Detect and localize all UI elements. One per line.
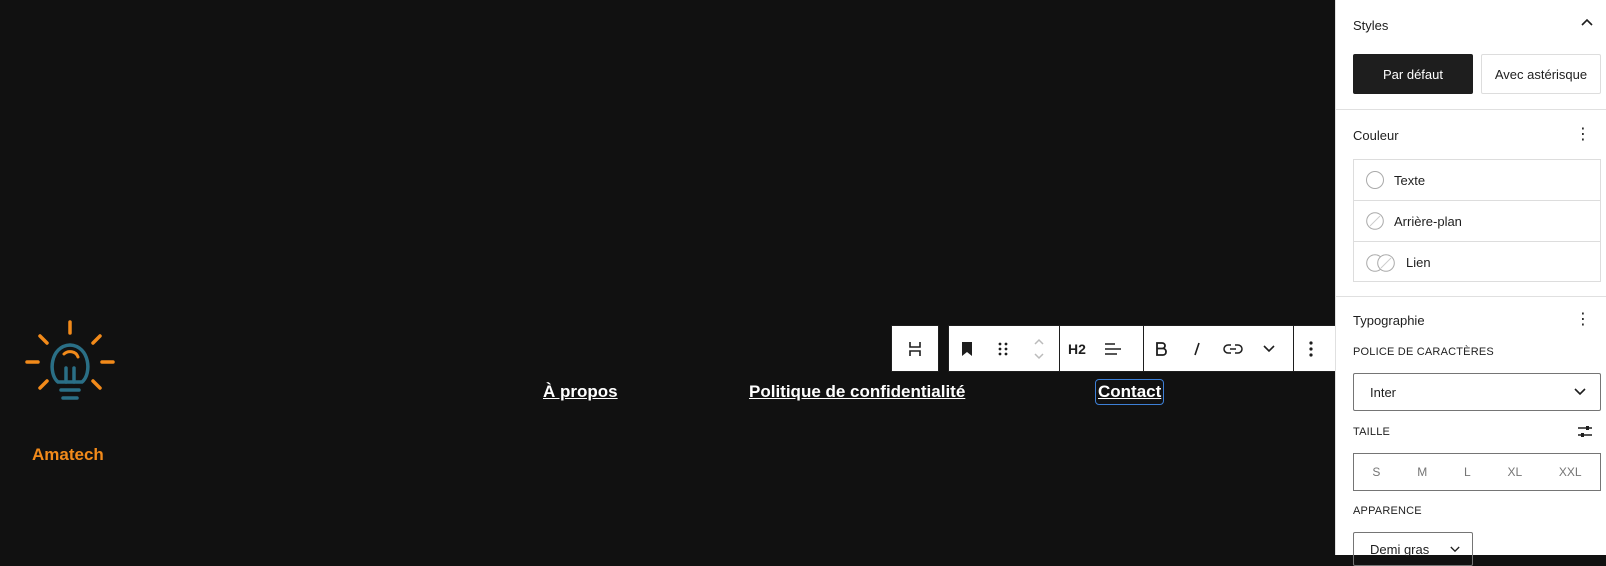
font-label: POLICE DE CARACTÈRES <box>1353 346 1494 358</box>
bookmark-icon[interactable] <box>949 326 985 371</box>
font-family-value: Inter <box>1370 384 1397 400</box>
size-m[interactable]: M <box>1417 465 1427 479</box>
font-size-picker: S M L XL XXL <box>1353 453 1601 491</box>
link-icon[interactable] <box>1215 326 1251 371</box>
link-swatch-icon <box>1366 253 1395 272</box>
settings-sidebar: Styles Par défaut Avec astérisque Couleu… <box>1335 0 1606 566</box>
size-settings-icon[interactable] <box>1577 425 1593 439</box>
move-up-down-icon[interactable] <box>1021 326 1057 371</box>
typography-options-icon[interactable]: ⋮ <box>1575 309 1591 329</box>
style-default-button[interactable]: Par défaut <box>1353 54 1473 94</box>
editor-canvas: Amatech À propos Politique de confidenti… <box>0 0 1336 555</box>
lightbulb-logo-icon <box>25 320 115 400</box>
chevron-up-icon[interactable] <box>1581 18 1593 26</box>
parent-block-icon[interactable] <box>892 326 938 371</box>
more-formatting-icon[interactable] <box>1251 326 1287 371</box>
color-link-item[interactable]: Lien <box>1354 242 1600 283</box>
color-background-item[interactable]: Arrière-plan <box>1354 201 1600 242</box>
appearance-label: APPARENCE <box>1353 505 1422 517</box>
italic-icon[interactable] <box>1179 326 1215 371</box>
drag-handle-icon[interactable] <box>985 326 1021 371</box>
text-swatch-icon <box>1366 171 1384 189</box>
styles-title: Styles <box>1353 18 1389 33</box>
background-swatch-icon <box>1366 212 1384 230</box>
color-link-label: Lien <box>1406 255 1431 270</box>
typography-title: Typographie <box>1353 313 1425 328</box>
appearance-select[interactable]: Demi gras <box>1353 532 1473 566</box>
appearance-value: Demi gras <box>1370 541 1430 557</box>
options-icon[interactable] <box>1293 326 1329 371</box>
divider <box>1336 109 1606 110</box>
heading-level-button[interactable]: H2 <box>1059 326 1095 371</box>
color-text-item[interactable]: Texte <box>1354 160 1600 201</box>
size-s[interactable]: S <box>1372 465 1380 479</box>
color-panel: Texte Arrière-plan Lien <box>1353 159 1601 282</box>
nav-link-politique[interactable]: Politique de confidentialité <box>749 382 965 402</box>
bold-icon[interactable] <box>1143 326 1179 371</box>
nav-link-contact[interactable]: Contact <box>1094 379 1165 405</box>
chevron-down-icon <box>1574 388 1586 396</box>
color-options-icon[interactable]: ⋮ <box>1575 124 1591 144</box>
divider <box>1336 296 1606 297</box>
font-family-select[interactable]: Inter <box>1353 373 1601 411</box>
color-text-label: Texte <box>1394 172 1426 188</box>
chevron-down-icon <box>1450 546 1460 552</box>
nav-link-apropos[interactable]: À propos <box>543 382 618 402</box>
align-left-icon[interactable] <box>1095 326 1131 371</box>
color-background-label: Arrière-plan <box>1394 213 1462 229</box>
size-l[interactable]: L <box>1464 465 1471 479</box>
size-label: TAILLE <box>1353 426 1391 438</box>
style-asterisk-button[interactable]: Avec astérisque <box>1481 54 1601 94</box>
color-title: Couleur <box>1353 128 1399 143</box>
size-xxl[interactable]: XXL <box>1559 465 1582 479</box>
block-parent-selector[interactable] <box>891 325 939 372</box>
size-xl[interactable]: XL <box>1507 465 1522 479</box>
block-toolbar: H2 <box>948 325 1336 372</box>
brand-name: Amatech <box>32 445 104 464</box>
